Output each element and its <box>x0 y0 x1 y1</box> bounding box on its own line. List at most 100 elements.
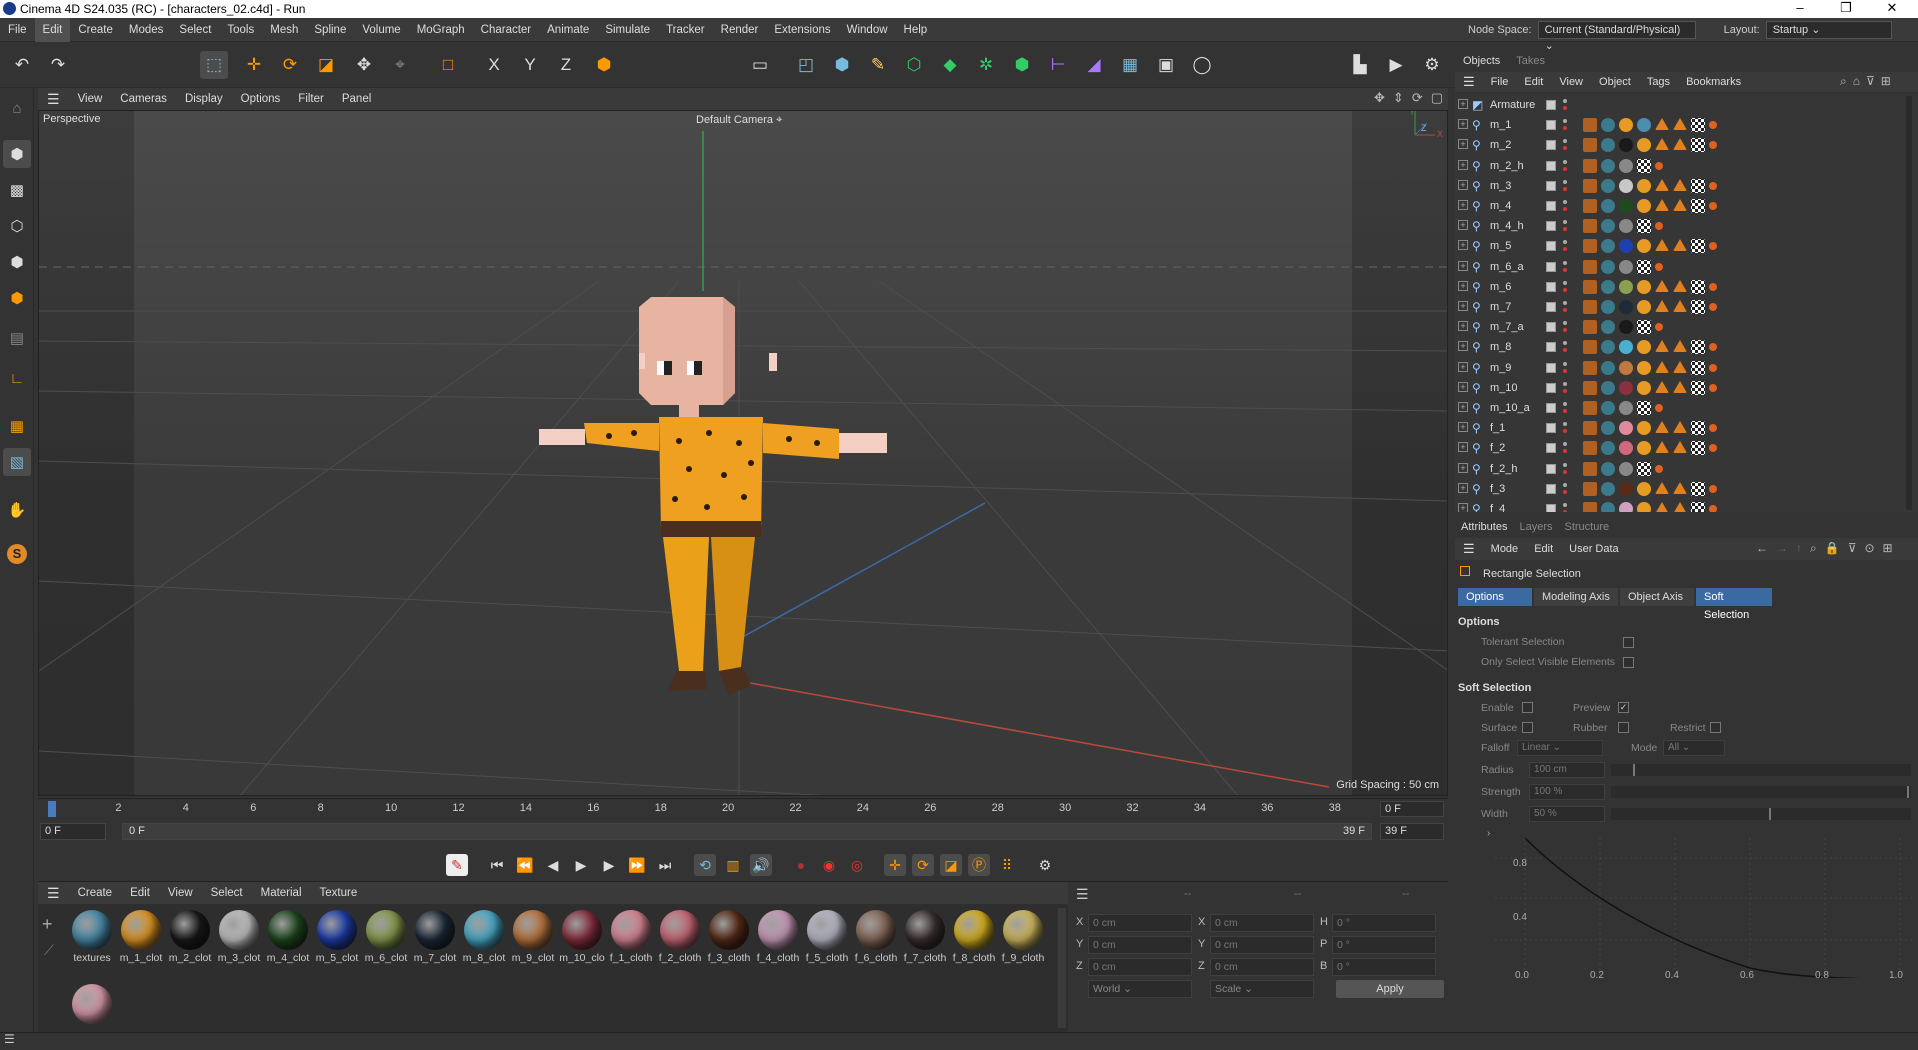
tolerant-checkbox[interactable] <box>1623 637 1634 648</box>
viewport-menu-filter[interactable]: Filter <box>289 93 333 105</box>
mode-select[interactable]: All ⌄ <box>1663 740 1725 756</box>
material-swatch[interactable]: textures <box>68 906 116 976</box>
uvw-tag-icon[interactable] <box>1691 360 1705 375</box>
phong-tag-icon[interactable] <box>1655 421 1669 434</box>
viewport-perspective[interactable]: Perspective Default Camera ⌖ Y Z X Grid … <box>38 110 1448 796</box>
layout-select[interactable]: Startup ⌄ <box>1765 21 1892 39</box>
render-visibility-icon[interactable] <box>1563 106 1567 110</box>
key-scale-icon[interactable]: ◪ <box>940 854 962 876</box>
editor-visibility-icon[interactable] <box>1563 462 1567 467</box>
uvw-tag-icon[interactable] <box>1637 259 1651 274</box>
end-frame-field[interactable]: 39 F <box>1380 823 1444 840</box>
texture-tag-icon[interactable] <box>1619 320 1633 335</box>
key-position-icon[interactable]: ✛ <box>884 854 906 876</box>
selection-tag-icon[interactable] <box>1709 424 1717 433</box>
texture-tag-icon[interactable] <box>1619 178 1633 193</box>
key-pla-icon[interactable]: ⠿ <box>996 854 1018 876</box>
texture-tag-icon[interactable] <box>1619 259 1633 274</box>
material-swatch[interactable]: m_8_clot <box>460 906 508 976</box>
scale-icon[interactable]: ◪ <box>312 51 340 79</box>
texture-tag-icon[interactable] <box>1637 239 1651 254</box>
texture-tag-icon[interactable] <box>1637 138 1651 153</box>
texture-tag-icon[interactable] <box>1619 481 1633 496</box>
menu-mograph[interactable]: MoGraph <box>409 18 473 42</box>
rot-h-field[interactable]: 0 ° <box>1332 914 1436 932</box>
expand-toggle-icon[interactable]: + <box>1458 341 1468 352</box>
render-visibility-icon[interactable] <box>1563 449 1567 454</box>
layer-icon[interactable] <box>1546 100 1556 110</box>
cube-icon[interactable]: ⬢ <box>828 51 856 79</box>
workplane-icon[interactable]: ▦ <box>3 412 31 440</box>
apply-button[interactable]: Apply <box>1336 980 1444 998</box>
surface-checkbox[interactable] <box>1522 722 1533 733</box>
maximize-button[interactable]: ❐ <box>1826 0 1866 18</box>
expand-toggle-icon[interactable]: + <box>1458 301 1468 311</box>
render-visibility-icon[interactable] <box>1563 146 1567 151</box>
expand-toggle-icon[interactable]: + <box>1458 442 1468 453</box>
size-x-field[interactable]: 0 cm <box>1210 914 1314 932</box>
phong-tag-icon[interactable] <box>1655 118 1669 131</box>
render-visibility-icon[interactable] <box>1563 267 1567 272</box>
record-icon[interactable]: ◉ <box>818 854 840 876</box>
phong-tag-icon[interactable] <box>1655 340 1669 353</box>
object-row[interactable]: + ⚲ f_2_h <box>1455 459 1918 479</box>
uvw-tag-icon[interactable] <box>1691 178 1705 193</box>
render-region-icon[interactable]: ▭ <box>746 51 774 79</box>
snap-workplane-icon[interactable]: ▧ <box>3 448 31 476</box>
null-object-icon[interactable]: ◰ <box>792 51 820 79</box>
menu-character[interactable]: Character <box>473 18 540 42</box>
phong-tag-icon[interactable] <box>1655 300 1669 312</box>
selection-tag-icon[interactable] <box>1655 323 1663 332</box>
up-arrow-icon[interactable]: ↑ <box>1796 541 1802 556</box>
rot-b-field[interactable]: 0 ° <box>1332 958 1436 976</box>
attr-settings-icon[interactable]: ⊙ <box>1864 541 1874 556</box>
layer-icon[interactable] <box>1546 261 1556 272</box>
radius-slider[interactable] <box>1611 764 1911 776</box>
layer-icon[interactable] <box>1546 443 1556 454</box>
material-swatch[interactable]: f_2_cloth <box>656 906 704 976</box>
material-tag-icon[interactable] <box>1601 441 1615 456</box>
skin-tag-icon[interactable] <box>1583 360 1597 375</box>
object-row[interactable]: + ◩ Armature <box>1455 95 1918 115</box>
attributes-tab-structure[interactable]: Structure <box>1559 518 1616 536</box>
object-row[interactable]: + ⚲ m_4 <box>1455 196 1918 216</box>
material-tag-icon[interactable] <box>1601 239 1615 254</box>
texture-tag-icon[interactable] <box>1637 340 1651 355</box>
texture-tag-icon[interactable] <box>1619 340 1633 355</box>
skin-tag-icon[interactable] <box>1583 300 1597 314</box>
phong-tag-icon[interactable] <box>1655 481 1669 494</box>
forward-arrow-icon[interactable]: → <box>1776 541 1788 556</box>
menu-render[interactable]: Render <box>713 18 767 42</box>
attributes-tab-attributes[interactable]: Attributes <box>1455 518 1513 536</box>
expand-toggle-icon[interactable]: + <box>1458 321 1468 332</box>
subtab-modeling-axis[interactable]: Modeling Axis <box>1534 588 1618 606</box>
prev-frame-icon[interactable]: ◀ <box>542 854 564 876</box>
selection-tag-icon[interactable] <box>1655 464 1663 473</box>
selection-tag-icon[interactable] <box>1655 222 1663 231</box>
deformer-icon[interactable]: ⊢ <box>1044 51 1072 79</box>
material-tag-icon[interactable] <box>1601 199 1615 213</box>
editor-visibility-icon[interactable] <box>1563 119 1567 124</box>
selection-tag-icon[interactable] <box>1655 262 1663 271</box>
texture-tag-icon[interactable] <box>1619 279 1633 294</box>
close-button[interactable]: ✕ <box>1872 0 1912 18</box>
field-icon[interactable]: ◢ <box>1080 51 1108 79</box>
rotate-icon[interactable]: ⟳ <box>276 51 304 79</box>
texture-tag-icon[interactable] <box>1619 118 1633 133</box>
render-visibility-icon[interactable] <box>1563 126 1567 131</box>
material-tag-icon[interactable] <box>1601 259 1615 274</box>
render-view-icon[interactable]: ▙ <box>1346 51 1374 79</box>
uvw-tag-icon[interactable] <box>1691 441 1705 456</box>
material-hamburger-icon[interactable]: ☰ <box>38 885 69 902</box>
editor-visibility-icon[interactable] <box>1563 381 1567 386</box>
material-swatch[interactable]: f_5_cloth <box>803 906 851 976</box>
uvw-tag-icon[interactable] <box>1637 461 1651 476</box>
selection-tag-icon[interactable] <box>1655 404 1663 412</box>
key-param-icon[interactable]: Ⓟ <box>968 854 990 876</box>
object-row[interactable]: + ⚲ m_8 <box>1455 337 1918 357</box>
extrude-icon[interactable]: ◆ <box>936 51 964 79</box>
layer-icon[interactable] <box>1546 140 1556 151</box>
pan-icon[interactable]: ✥ <box>1374 90 1385 106</box>
selection-tag-icon[interactable] <box>1709 303 1717 311</box>
skin-tag-icon[interactable] <box>1583 138 1597 153</box>
